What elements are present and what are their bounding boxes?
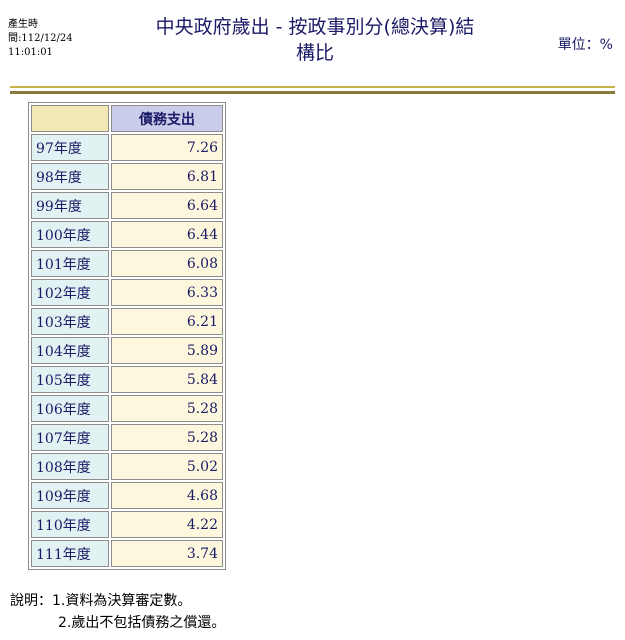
title-line-2: 構比 (295, 42, 334, 64)
table-row: 105年度 5.84 (31, 366, 223, 393)
table-row: 107年度 5.28 (31, 424, 223, 451)
value-cell: 5.28 (111, 395, 223, 422)
value-cell: 5.28 (111, 424, 223, 451)
value-cell: 3.74 (111, 540, 223, 567)
note-line-1: 說明：1.資料為決算審定數。 (10, 593, 192, 609)
table-row: 103年度 6.21 (31, 308, 223, 335)
unit-label: 單位：% (557, 37, 613, 53)
table-row: 111年度 3.74 (31, 540, 223, 567)
table-row: 101年度 6.08 (31, 250, 223, 277)
value-cell: 7.26 (111, 134, 223, 161)
title-line-1: 中央政府歲出 - 按政事別分(總決算)結 (155, 16, 475, 38)
value-cell: 4.22 (111, 511, 223, 538)
year-cell: 103年度 (31, 308, 109, 335)
table-row: 110年度 4.22 (31, 511, 223, 538)
header-divider-bottom (10, 91, 615, 94)
table-row: 102年度 6.33 (31, 279, 223, 306)
value-cell: 6.08 (111, 250, 223, 277)
year-cell: 100年度 (31, 221, 109, 248)
year-cell: 105年度 (31, 366, 109, 393)
year-cell: 99年度 (31, 192, 109, 219)
year-cell: 101年度 (31, 250, 109, 277)
table-body: 97年度 7.26 98年度 6.81 99年度 6.64 100年度 6.44 101年度 6.… (31, 134, 223, 567)
table-corner-cell (31, 105, 109, 132)
table-row: 100年度 6.44 (31, 221, 223, 248)
table-header-row: 債務支出 (31, 105, 223, 132)
note-line-2: 2.歲出不包括債務之償還。 (58, 615, 226, 631)
year-cell: 109年度 (31, 482, 109, 509)
value-cell: 6.81 (111, 163, 223, 190)
column-header-debt-expenditure: 債務支出 (111, 105, 223, 132)
table-row: 99年度 6.64 (31, 192, 223, 219)
gen-time-label: 產生時 (8, 19, 38, 30)
table-row: 106年度 5.28 (31, 395, 223, 422)
data-table: 債務支出 97年度 7.26 98年度 6.81 99年度 6.64 100年度 6.44 10… (28, 102, 226, 570)
year-cell: 107年度 (31, 424, 109, 451)
value-cell: 4.68 (111, 482, 223, 509)
header-divider-top (10, 86, 615, 88)
value-cell: 5.89 (111, 337, 223, 364)
table-row: 108年度 5.02 (31, 453, 223, 480)
value-cell: 6.21 (111, 308, 223, 335)
gen-time-date: 間:112/12/24 (8, 33, 73, 44)
value-cell: 5.02 (111, 453, 223, 480)
year-cell: 97年度 (31, 134, 109, 161)
year-cell: 98年度 (31, 163, 109, 190)
generation-time: 產生時 間:112/12/24 11:01:01 (8, 18, 73, 60)
table-row: 109年度 4.68 (31, 482, 223, 509)
data-table-wrapper: 債務支出 97年度 7.26 98年度 6.81 99年度 6.64 100年度 6.44 10… (28, 102, 226, 570)
table-row: 98年度 6.81 (31, 163, 223, 190)
year-cell: 102年度 (31, 279, 109, 306)
report-header: 產生時 間:112/12/24 11:01:01 中央政府歲出 - 按政事別分(… (0, 0, 625, 90)
year-cell: 111年度 (31, 540, 109, 567)
value-cell: 6.44 (111, 221, 223, 248)
page-title: 中央政府歲出 - 按政事別分(總決算)結 構比 (110, 14, 520, 66)
value-cell: 6.64 (111, 192, 223, 219)
year-cell: 106年度 (31, 395, 109, 422)
value-cell: 5.84 (111, 366, 223, 393)
gen-time-clock: 11:01:01 (8, 47, 53, 58)
year-cell: 104年度 (31, 337, 109, 364)
year-cell: 108年度 (31, 453, 109, 480)
table-row: 97年度 7.26 (31, 134, 223, 161)
notes-section: 說明：1.資料為決算審定數。 2.歲出不包括債務之償還。 (10, 590, 225, 634)
year-cell: 110年度 (31, 511, 109, 538)
value-cell: 6.33 (111, 279, 223, 306)
table-row: 104年度 5.89 (31, 337, 223, 364)
